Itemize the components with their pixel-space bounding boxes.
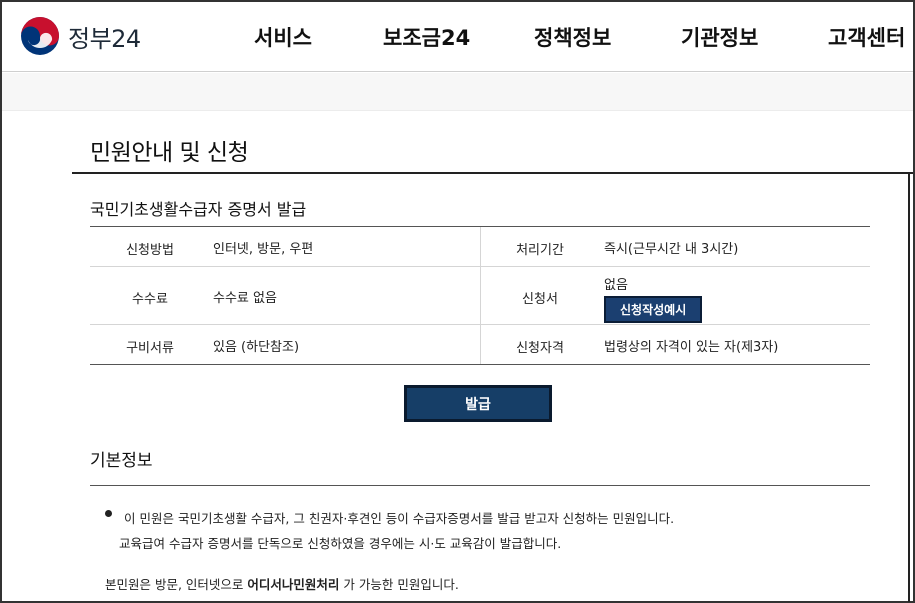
docs-label: 구비서류 bbox=[126, 341, 174, 356]
table-row: 수수료 수수료 없음 신청서 없음 신청작성예시 bbox=[90, 267, 870, 325]
description-line-3: 본민원은 방문, 인터넷으로 어디서나민원처리 가 가능한 민원입니다. bbox=[105, 574, 459, 593]
form-cell: 없음 신청작성예시 bbox=[604, 274, 703, 323]
right-border bbox=[908, 172, 910, 602]
nav-item-subsidy24[interactable]: 보조금24 bbox=[383, 22, 470, 52]
site-header: 정부24 서비스 보조금24 정책정보 기관정보 고객센터 bbox=[2, 2, 913, 72]
basic-info-divider bbox=[90, 485, 870, 486]
qualification-label: 신청자격 bbox=[516, 341, 564, 356]
period-value: 즉시(근무시간 내 3시간) bbox=[604, 242, 739, 257]
description-line-3-pre: 본민원은 방문, 인터넷으로 bbox=[105, 577, 248, 592]
form-label: 신청서 bbox=[522, 292, 558, 307]
table-row: 구비서류 있음 (하단참조) 신청자격 법령상의 자격이 있는 자(제3자) bbox=[90, 325, 870, 365]
fee-label: 수수료 bbox=[132, 292, 168, 307]
docs-value: 있음 (하단참조) bbox=[213, 340, 300, 355]
table-row: 신청방법 인터넷, 방문, 우편 처리기간 즉시(근무시간 내 3시간) bbox=[90, 227, 870, 267]
period-label: 처리기간 bbox=[516, 243, 564, 258]
column-divider bbox=[480, 325, 481, 364]
service-info-table: 신청방법 인터넷, 방문, 우편 처리기간 즉시(근무시간 내 3시간) 수수료… bbox=[90, 226, 870, 365]
fee-value: 수수료 없음 bbox=[213, 291, 277, 306]
bullet-icon bbox=[105, 510, 112, 517]
form-value: 없음 bbox=[604, 278, 628, 293]
breadcrumb-strip bbox=[2, 73, 913, 111]
nav-item-service[interactable]: 서비스 bbox=[254, 22, 312, 52]
main-nav: 서비스 보조금24 정책정보 기관정보 고객센터 bbox=[2, 22, 913, 54]
nav-item-policy-info[interactable]: 정책정보 bbox=[534, 22, 611, 52]
description-line-2: 교육급여 수급자 증명서를 단독으로 신청하였을 경우에는 시·도 교육감이 발… bbox=[119, 536, 562, 551]
issue-button[interactable]: 발급 bbox=[404, 385, 552, 422]
basic-info-title: 기본정보 bbox=[90, 451, 153, 471]
title-divider bbox=[72, 172, 913, 174]
column-divider bbox=[480, 267, 481, 324]
method-value: 인터넷, 방문, 우편 bbox=[213, 242, 314, 257]
qualification-value: 법령상의 자격이 있는 자(제3자) bbox=[604, 340, 779, 355]
form-example-button[interactable]: 신청작성예시 bbox=[604, 296, 703, 323]
nav-item-agency-info[interactable]: 기관정보 bbox=[681, 22, 758, 52]
anywhere-civil-service-link[interactable]: 어디서나민원처리 bbox=[247, 577, 339, 592]
description-line-3-post: 가 가능한 민원입니다. bbox=[339, 577, 459, 592]
column-divider bbox=[480, 227, 481, 266]
service-title: 국민기초생활수급자 증명서 발급 bbox=[90, 200, 307, 219]
description-line-1: 이 민원은 국민기초생활 수급자, 그 친권자·후견인 등이 수급자증명서를 발… bbox=[124, 511, 675, 526]
method-label: 신청방법 bbox=[126, 243, 174, 258]
page-title: 민원안내 및 신청 bbox=[90, 140, 249, 166]
nav-item-customer-center[interactable]: 고객센터 bbox=[828, 22, 905, 52]
